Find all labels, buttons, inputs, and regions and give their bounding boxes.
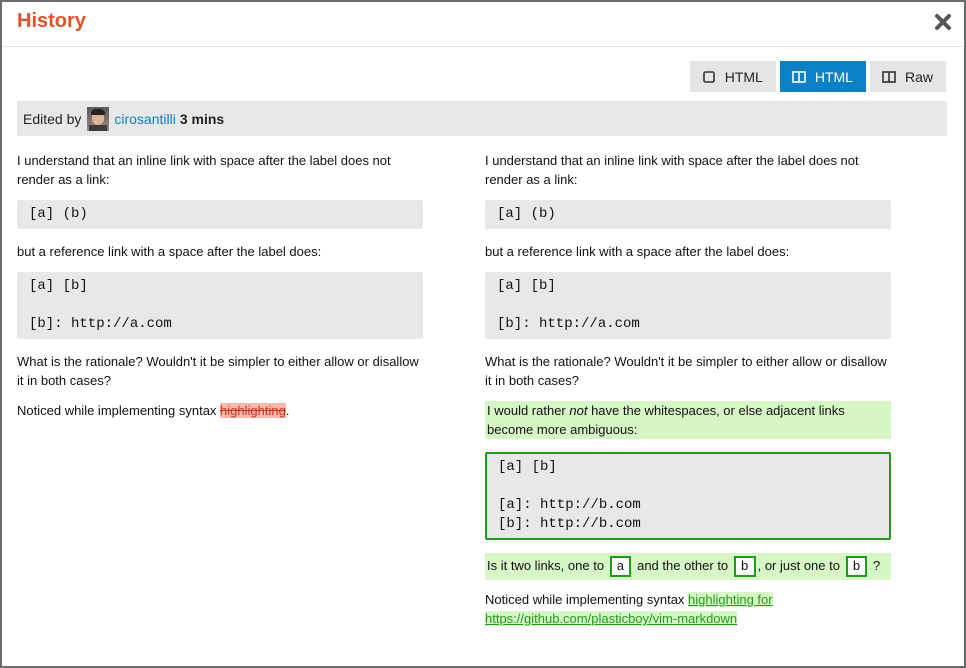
- text: , or just one to: [757, 558, 844, 573]
- text: I would rather: [487, 403, 570, 418]
- inline-code: b: [845, 556, 868, 577]
- text: Is it two links, one to: [487, 558, 608, 573]
- square-icon: [702, 70, 715, 83]
- paragraph: Noticed while implementing syntax highli…: [485, 590, 891, 628]
- inserted-paragraph: I would rather not have the whitespaces,…: [485, 401, 891, 439]
- modal-title: History: [17, 10, 86, 32]
- paragraph: What is the rationale? Wouldn't it be si…: [17, 354, 419, 388]
- inserted-paragraph: Is it two links, one to a and the other …: [485, 553, 891, 580]
- paragraph: I understand that an inline link with sp…: [485, 153, 859, 187]
- avatar[interactable]: [87, 106, 110, 131]
- raw-button[interactable]: Raw: [869, 61, 946, 92]
- text: .: [285, 403, 290, 418]
- raw-label: Raw: [904, 68, 933, 85]
- edited-by-label: Edited by: [23, 110, 82, 127]
- inline-code: a: [609, 556, 632, 577]
- paragraph: but a reference link with a space after …: [485, 244, 790, 259]
- split-columns-icon: [882, 70, 896, 83]
- history-modal: History HTML HTML Raw Edited by cirosant…: [2, 2, 964, 666]
- edit-time: 3 mins: [179, 110, 225, 127]
- previous-revision: I understand that an inline link with sp…: [17, 151, 423, 431]
- text: ?: [869, 558, 881, 573]
- current-revision: I understand that an inline link with sp…: [485, 151, 891, 639]
- user-link[interactable]: cirosantilli: [114, 111, 175, 127]
- inline-html-button[interactable]: HTML: [689, 61, 776, 92]
- code-block: [a] (b): [17, 200, 423, 229]
- close-button[interactable]: [934, 12, 954, 34]
- deleted-text: highlighting: [220, 403, 286, 418]
- inline-code: b: [733, 556, 756, 577]
- modal-header: History: [2, 2, 964, 47]
- code-block: [a] (b): [485, 200, 891, 229]
- side-by-side-html-button[interactable]: HTML: [779, 61, 866, 92]
- inline-html-label: HTML: [724, 68, 763, 85]
- text: and the other to: [633, 558, 732, 573]
- paragraph: What is the rationale? Wouldn't it be si…: [485, 354, 887, 388]
- side-by-side-html-label: HTML: [814, 68, 853, 85]
- inserted-code-block: [a] [b] [a]: http://b.com [b]: http://b.…: [485, 452, 891, 540]
- text: Noticed while implementing syntax: [485, 592, 689, 607]
- code-block: [a] [b] [b]: http://a.com: [17, 272, 423, 339]
- paragraph: I understand that an inline link with sp…: [17, 153, 391, 187]
- split-columns-icon: [792, 70, 806, 83]
- paragraph: Noticed while implementing syntax highli…: [17, 401, 423, 420]
- text: Noticed while implementing syntax: [17, 403, 221, 418]
- revision-bar: Edited by cirosantilli 3 mins: [17, 101, 947, 136]
- code-block: [a] [b] [b]: http://a.com: [485, 272, 891, 339]
- close-icon: [935, 14, 951, 30]
- paragraph: but a reference link with a space after …: [17, 244, 322, 259]
- emphasis: not: [569, 403, 588, 418]
- view-mode-toolbar: HTML HTML Raw: [689, 61, 946, 92]
